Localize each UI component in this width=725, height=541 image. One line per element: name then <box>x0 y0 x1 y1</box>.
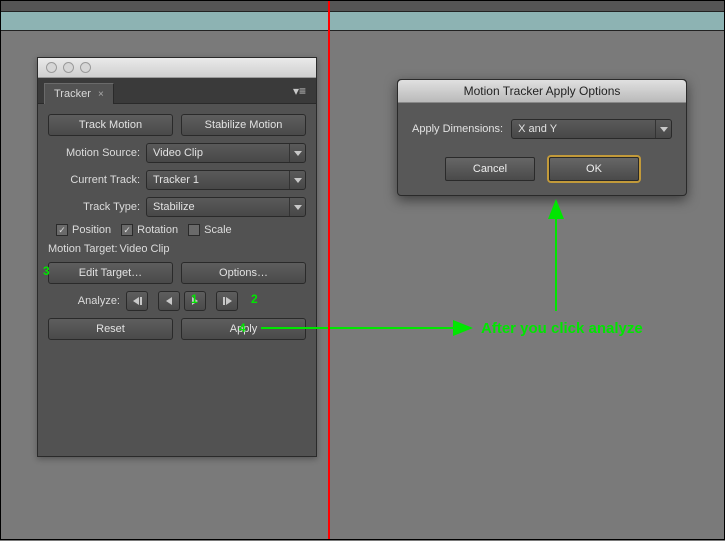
edit-target-button[interactable]: Edit Target… <box>48 262 173 284</box>
current-track-label: Current Track: <box>48 174 146 186</box>
panel-titlebar[interactable] <box>38 58 316 78</box>
motion-target-value: Video Clip <box>120 243 170 255</box>
chevron-down-icon <box>289 144 305 162</box>
apply-dimensions-label: Apply Dimensions: <box>412 123 503 135</box>
close-window-icon[interactable] <box>46 62 57 73</box>
position-checkbox[interactable]: Position <box>56 224 111 236</box>
dialog-title: Motion Tracker Apply Options <box>398 80 686 103</box>
track-type-value: Stabilize <box>147 201 289 213</box>
apply-dimensions-value: X and Y <box>512 123 655 135</box>
zoom-window-icon[interactable] <box>80 62 91 73</box>
tab-tracker[interactable]: Tracker × <box>44 83 114 104</box>
tab-bar: Tracker × ▾≡ <box>38 78 316 104</box>
reset-button[interactable]: Reset <box>48 318 173 340</box>
checkbox-icon <box>188 224 200 236</box>
analyze-forward-button[interactable] <box>184 291 206 311</box>
current-track-value: Tracker 1 <box>147 174 289 186</box>
frame-top-dark <box>1 1 724 11</box>
track-type-dropdown[interactable]: Stabilize <box>146 197 306 217</box>
scale-checkbox[interactable]: Scale <box>188 224 232 236</box>
scale-label: Scale <box>204 224 232 236</box>
apply-dimensions-dropdown[interactable]: X and Y <box>511 119 672 139</box>
checkbox-icon <box>121 224 133 236</box>
analyze-back-button[interactable] <box>158 291 180 311</box>
red-divider-line <box>328 1 330 539</box>
chevron-down-icon <box>289 171 305 189</box>
checkbox-icon <box>56 224 68 236</box>
stabilize-motion-button[interactable]: Stabilize Motion <box>181 114 306 136</box>
chevron-down-icon <box>289 198 305 216</box>
analyze-label: Analyze: <box>48 295 126 307</box>
options-button[interactable]: Options… <box>181 262 306 284</box>
annotation-after-text: After you click analyze <box>481 320 643 337</box>
motion-source-dropdown[interactable]: Video Clip <box>146 143 306 163</box>
ok-button[interactable]: OK <box>549 157 639 181</box>
panel-menu-icon[interactable]: ▾≡ <box>289 84 310 98</box>
frame-top-teal <box>1 11 724 31</box>
motion-target-label: Motion Target: <box>48 243 118 255</box>
apply-button[interactable]: Apply <box>181 318 306 340</box>
minimize-window-icon[interactable] <box>63 62 74 73</box>
tracker-panel-body: Track Motion Stabilize Motion Motion Sou… <box>38 104 316 357</box>
tab-close-icon[interactable]: × <box>98 89 104 100</box>
motion-source-label: Motion Source: <box>48 147 146 159</box>
cancel-button[interactable]: Cancel <box>445 157 535 181</box>
chevron-down-icon <box>655 120 671 138</box>
rotation-checkbox[interactable]: Rotation <box>121 224 178 236</box>
analyze-step-back-button[interactable] <box>126 291 148 311</box>
motion-source-value: Video Clip <box>147 147 289 159</box>
track-motion-button[interactable]: Track Motion <box>48 114 173 136</box>
tracker-panel: Tracker × ▾≡ Track Motion Stabilize Moti… <box>37 57 317 457</box>
track-type-label: Track Type: <box>48 201 146 213</box>
apply-options-dialog: Motion Tracker Apply Options Apply Dimen… <box>397 79 687 196</box>
rotation-label: Rotation <box>137 224 178 236</box>
position-label: Position <box>72 224 111 236</box>
analyze-step-forward-button[interactable] <box>216 291 238 311</box>
current-track-dropdown[interactable]: Tracker 1 <box>146 170 306 190</box>
tab-label: Tracker <box>54 88 91 100</box>
